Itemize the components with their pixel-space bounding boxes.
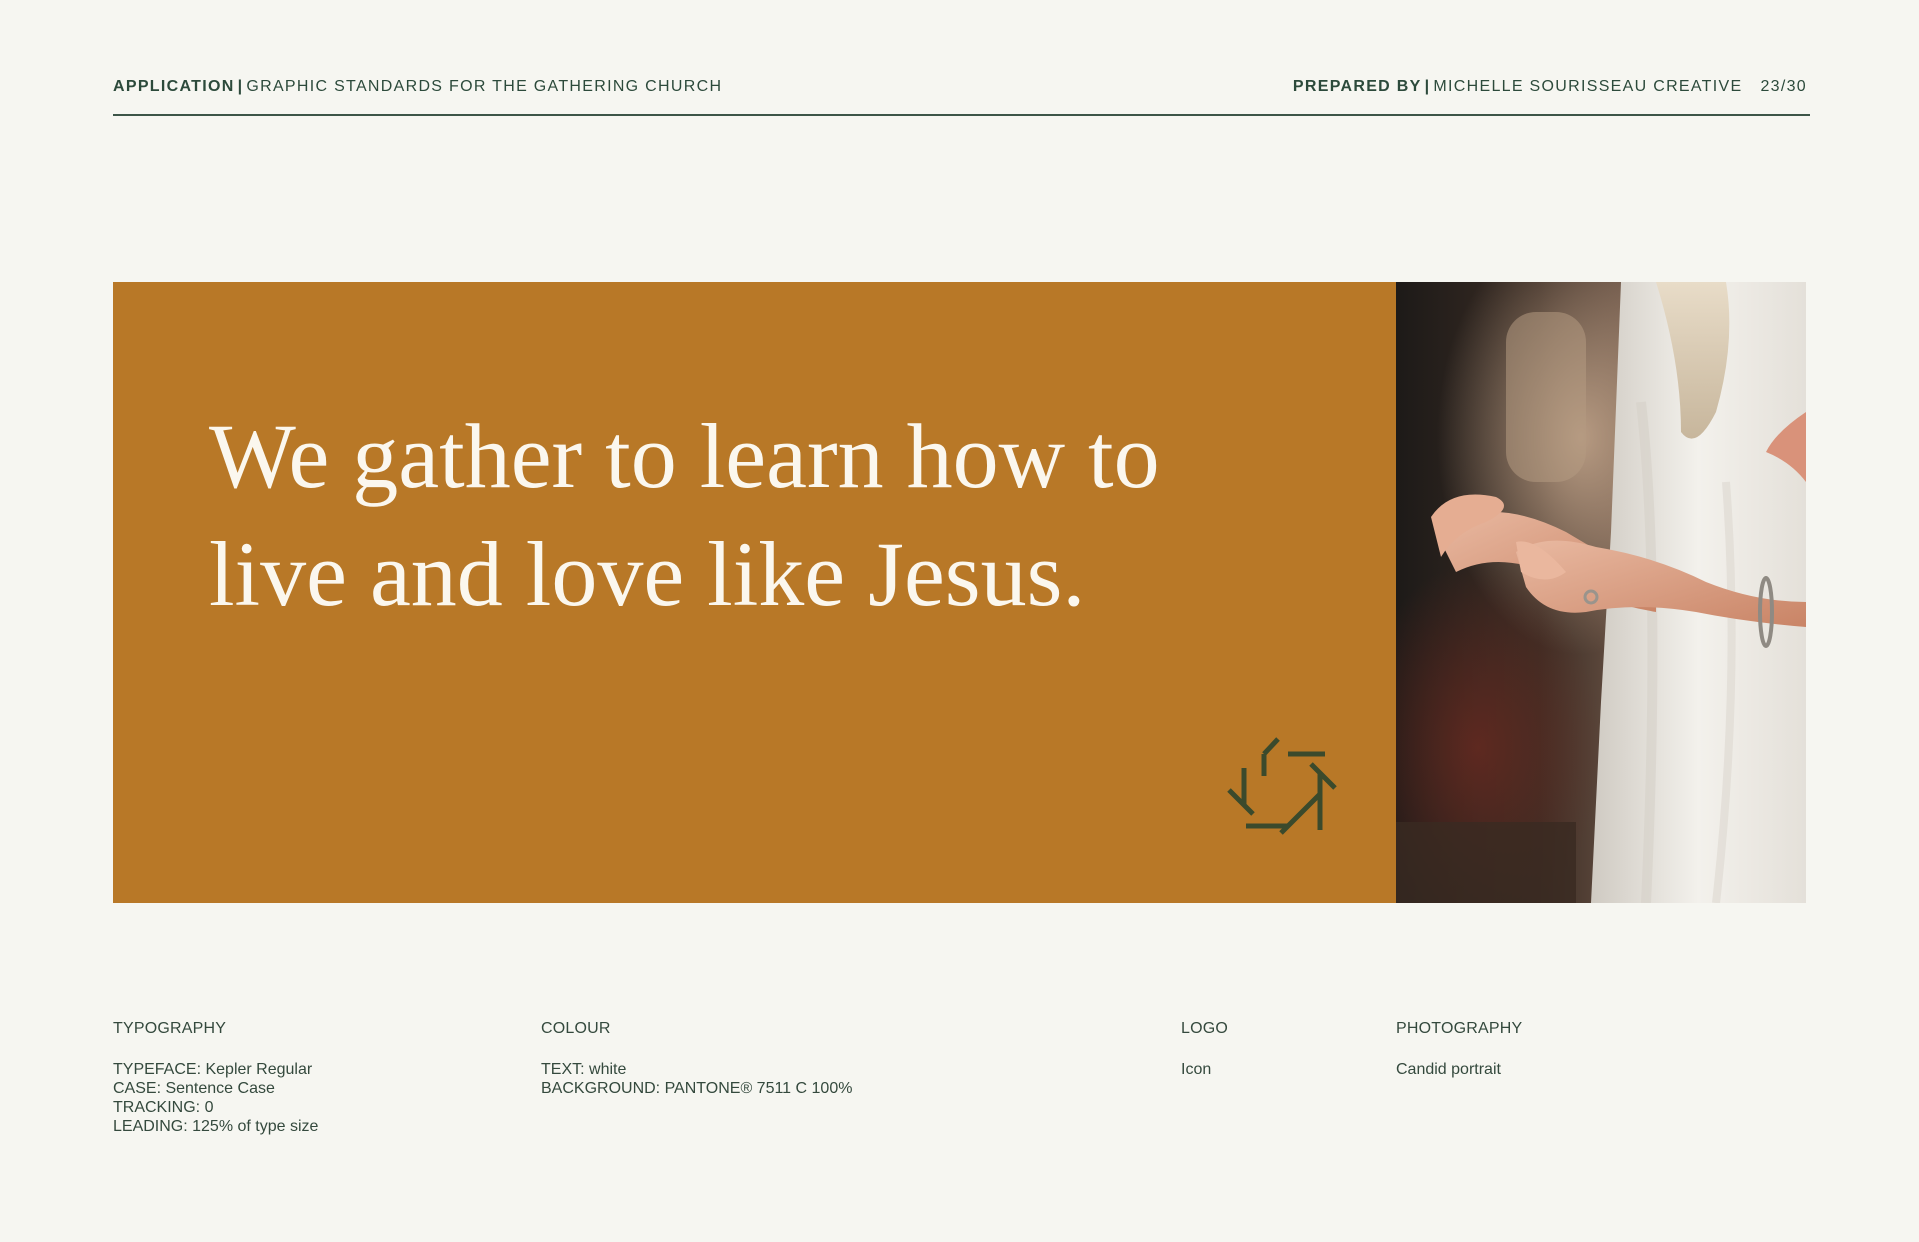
spec-photography: PHOTOGRAPHY Candid portrait — [1396, 1020, 1522, 1079]
spec-line: TEXT: white — [541, 1061, 627, 1078]
spec-line: CASE: Sentence Case — [113, 1080, 275, 1097]
spec-line: Icon — [1181, 1061, 1212, 1078]
section-label: APPLICATION — [113, 78, 235, 95]
headline-line-2: live and love like Jesus. — [209, 523, 1086, 625]
document-title: APPLICATION | GRAPHIC STANDARDS FOR THE GA… — [113, 78, 722, 96]
header-separator: | — [237, 78, 244, 95]
spec-line: Candid portrait — [1396, 1061, 1501, 1078]
document-credit: PREPARED BY | MICHELLE SOURISSEAU CREATIVE… — [1293, 78, 1807, 96]
spec-line: TRACKING: 0 — [113, 1099, 214, 1116]
author-name: MICHELLE SOURISSEAU CREATIVE — [1433, 78, 1743, 95]
page-number: 23/30 — [1760, 78, 1807, 95]
spec-title: TYPOGRAPHY — [113, 1020, 227, 1037]
gathering-church-star-icon — [1227, 737, 1337, 835]
page-header: APPLICATION | GRAPHIC STANDARDS FOR THE GA… — [113, 78, 1810, 116]
spec-title: COLOUR — [541, 1020, 611, 1037]
photo-hands-raised — [1396, 282, 1806, 903]
spec-line: TYPEFACE: Kepler Regular — [113, 1061, 313, 1078]
document-name: GRAPHIC STANDARDS FOR THE GATHERING CHUR… — [246, 78, 723, 95]
hero-banner: We gather to learn how to live and love … — [113, 282, 1396, 903]
spec-colour: COLOUR TEXT: white BACKGROUND: PANTONE® … — [541, 1020, 852, 1098]
spec-logo: LOGO Icon — [1181, 1020, 1228, 1079]
photo-illustration — [1396, 282, 1806, 903]
banner-headline: We gather to learn how to live and love … — [209, 397, 1309, 633]
spec-title: LOGO — [1181, 1020, 1229, 1037]
spec-line: BACKGROUND: PANTONE® 7511 C 100% — [541, 1080, 853, 1097]
spec-title: PHOTOGRAPHY — [1396, 1020, 1523, 1037]
headline-line-1: We gather to learn how to — [209, 405, 1160, 507]
spec-typography: TYPOGRAPHY TYPEFACE: Kepler Regular CASE… — [113, 1020, 318, 1136]
spec-line: LEADING: 125% of type size — [113, 1118, 319, 1135]
prepared-by-label: PREPARED BY — [1292, 78, 1422, 95]
header-separator: | — [1424, 78, 1431, 95]
